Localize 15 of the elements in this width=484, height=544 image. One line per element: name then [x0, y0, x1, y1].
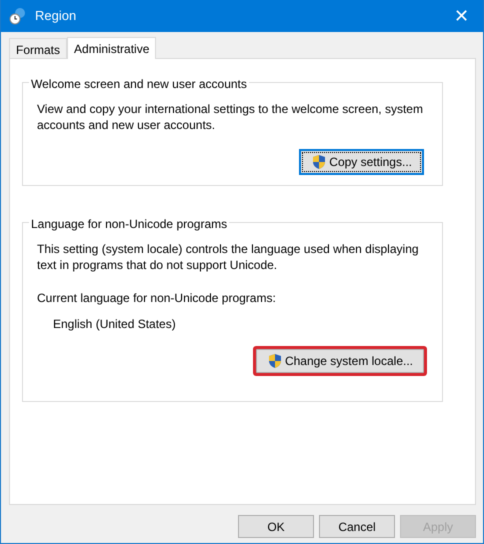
tab[interactable]: Administrative — [67, 37, 156, 59]
shield-icon — [311, 154, 328, 170]
dialog-button[interactable]: Cancel — [319, 515, 395, 538]
window-title: Region — [35, 7, 78, 26]
dialog-button[interactable]: OK — [238, 515, 314, 538]
description-text: This setting (system locale) controls the language used when displaying text in programs that do not support Unicode. — [37, 241, 420, 273]
close-button[interactable]: ✕ — [448, 7, 475, 25]
globe-clock-icon — [9, 7, 27, 25]
field-value: English (United States) — [53, 316, 177, 333]
description-text: View and copy your international settings to the welcome screen, system accounts and new user accounts. — [37, 101, 424, 133]
tab[interactable]: Formats — [9, 38, 68, 58]
shield-icon — [266, 353, 283, 369]
settings-button[interactable]: Change system locale... — [256, 349, 424, 373]
field-label: Current language for non-Unicode programs: — [37, 290, 277, 307]
settings-button[interactable]: Copy settings... — [299, 149, 424, 175]
